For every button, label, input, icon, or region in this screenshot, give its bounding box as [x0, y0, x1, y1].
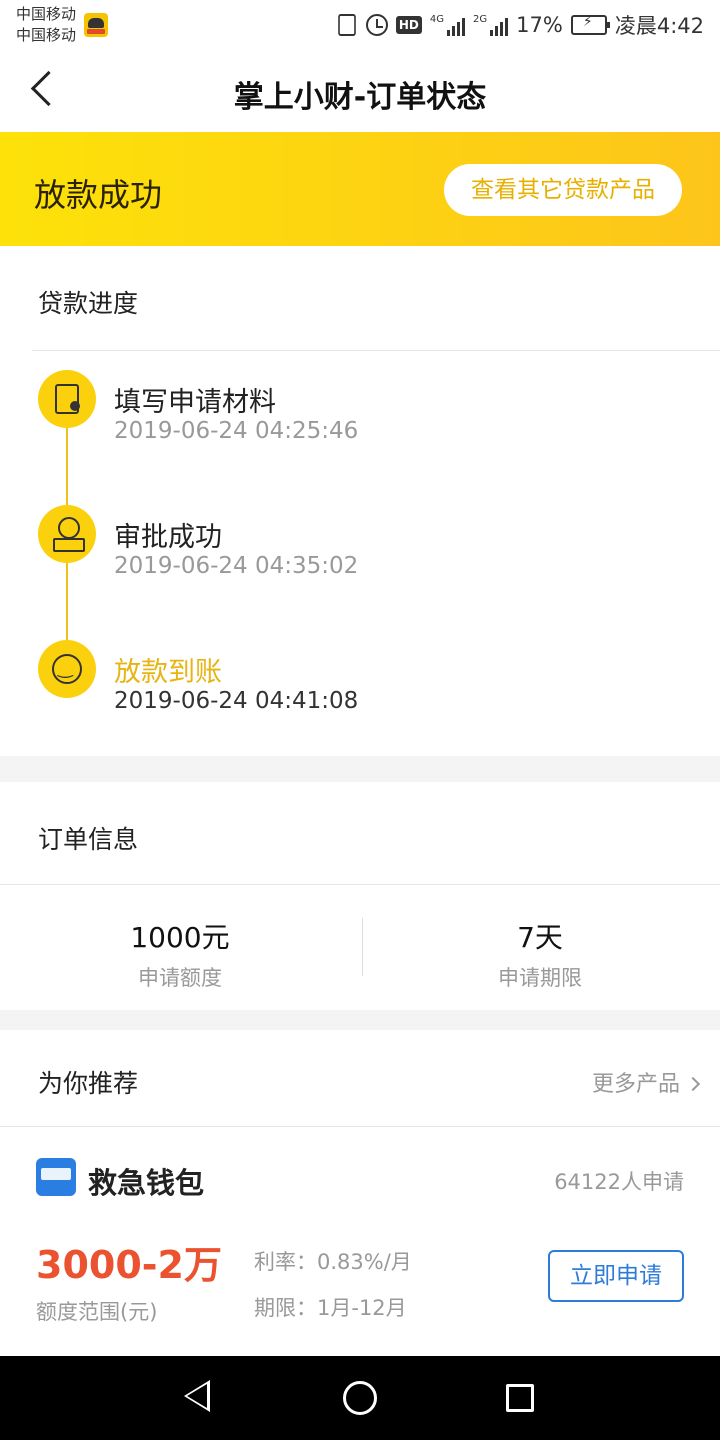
- more-products-link[interactable]: 更多产品: [591, 1066, 701, 1098]
- signal-4g-icon: 4G: [430, 14, 466, 36]
- more-products-label: 更多产品: [591, 1072, 680, 1097]
- product-name[interactable]: 救急钱包: [88, 1160, 204, 1202]
- progress-title: 贷款进度: [38, 289, 139, 318]
- vibrate-icon: [338, 14, 356, 36]
- interest-rate: 利率：0.83%/月: [254, 1250, 412, 1274]
- battery-percent: 17%: [516, 13, 563, 37]
- carrier-label-2: 中国移动: [16, 26, 77, 44]
- term-info: 7天 申请期限: [360, 916, 720, 992]
- progress-section: 贷款进度 填写申请材料 2019-06-24 04:25:46 审批成功 201…: [0, 246, 720, 756]
- chevron-right-icon: [685, 1076, 701, 1092]
- nav-header: 掌上小财-订单状态: [0, 50, 720, 132]
- loan-term: 期限：1月-12月: [254, 1296, 407, 1320]
- step-label-active: 放款到账: [114, 657, 222, 688]
- hd-icon: HD: [395, 16, 422, 34]
- carrier-label-1: 中国移动: [16, 5, 77, 23]
- clock: 凌晨4:42: [614, 14, 704, 38]
- system-nav-bar: [0, 1356, 720, 1440]
- app-badge-icon: [84, 13, 108, 37]
- recommend-title: 为你推荐: [38, 1069, 139, 1098]
- page-title: 掌上小财-订单状态: [233, 80, 487, 115]
- divider: [32, 350, 720, 351]
- order-info-title: 订单信息: [38, 825, 139, 854]
- term-label: 申请期限: [498, 966, 582, 990]
- alarm-icon: [365, 14, 388, 36]
- recommend-section: 为你推荐 更多产品 救急钱包 64122人申请 3000-2万 额度范围(元) …: [0, 1030, 720, 1360]
- term-value: 7天: [517, 921, 563, 954]
- step-time: 2019-06-24 04:35:02: [114, 553, 359, 579]
- order-info-section: 订单信息 1000元 申请额度 7天 申请期限: [0, 782, 720, 1010]
- step-label: 填写申请材料: [114, 387, 276, 418]
- applicant-count: 64122人申请: [554, 1170, 684, 1194]
- amount-range: 3000-2万: [36, 1243, 222, 1287]
- nav-home-icon[interactable]: [343, 1381, 377, 1415]
- amount-value: 1000元: [130, 921, 230, 954]
- status-bar: 中国移动 中国移动 HD 4G 2G 17% 凌晨4:42: [0, 0, 720, 50]
- signal-2g-icon: 2G: [473, 14, 509, 36]
- step-time-active: 2019-06-24 04:41:08: [114, 688, 359, 714]
- loan-status: 放款成功: [34, 176, 163, 214]
- amount-info: 1000元 申请额度: [0, 916, 360, 992]
- divider: [0, 1126, 720, 1127]
- status-icons: HD 4G 2G 17% 凌晨4:42: [336, 10, 704, 40]
- document-check-icon: [38, 370, 96, 428]
- amount-label: 申请额度: [138, 966, 222, 990]
- divider: [0, 884, 720, 885]
- step-label: 审批成功: [114, 522, 222, 553]
- battery-charging-icon: [570, 14, 610, 35]
- product-logo: [36, 1158, 76, 1196]
- nav-recents-icon[interactable]: [506, 1384, 534, 1412]
- smile-icon: [38, 640, 96, 698]
- step-time: 2019-06-24 04:25:46: [114, 418, 359, 444]
- stamp-icon: [38, 505, 96, 563]
- apply-now-button[interactable]: 立即申请: [548, 1250, 684, 1302]
- nav-back-icon[interactable]: [184, 1380, 210, 1412]
- amount-range-label: 额度范围(元): [36, 1300, 158, 1324]
- status-banner: 放款成功 查看其它贷款产品: [0, 132, 720, 246]
- other-products-button[interactable]: 查看其它贷款产品: [444, 164, 682, 216]
